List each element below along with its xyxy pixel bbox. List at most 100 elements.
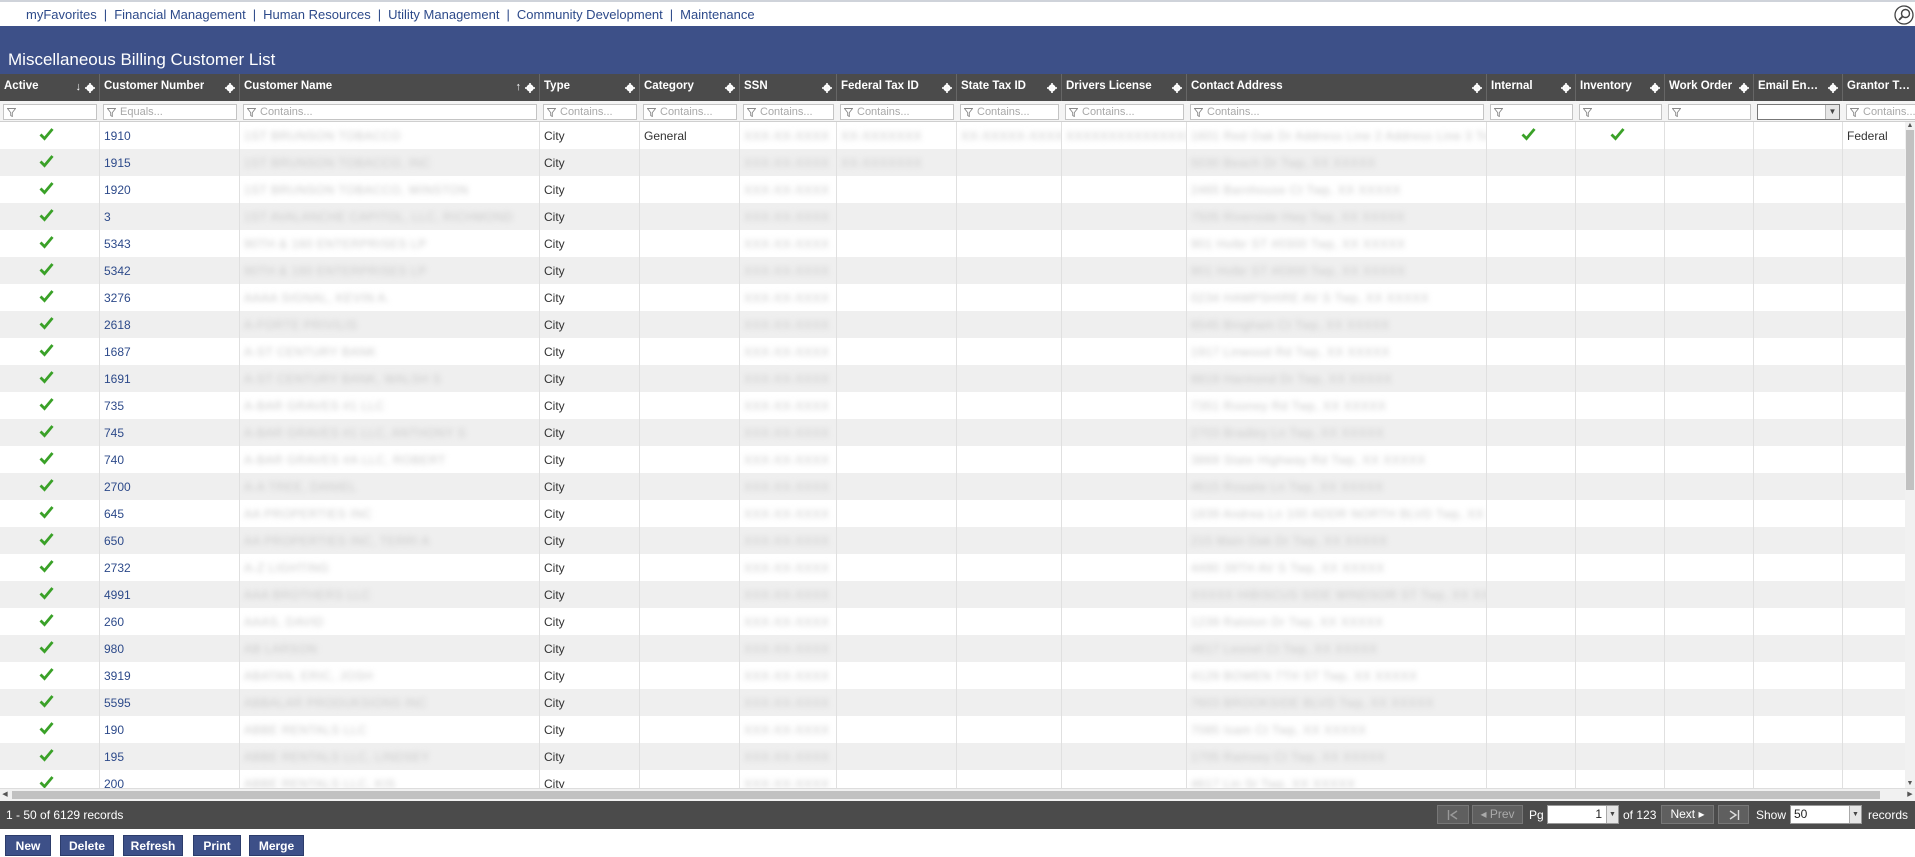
cell-customer-number[interactable]: 1691 (100, 365, 240, 392)
table-row[interactable]: 4991 AAA BROTHERS LLC City XXX-XX-XXXX XXXXX… (0, 581, 1905, 608)
nav-utility-management[interactable]: Utility Management (388, 7, 499, 22)
column-header-federal-tax-id[interactable]: Federal Tax ID (837, 74, 957, 101)
nav-financial-management[interactable]: Financial Management (114, 7, 246, 22)
cell-customer-number[interactable]: 3276 (100, 284, 240, 311)
cell-customer-number[interactable]: 260 (100, 608, 240, 635)
filter-icon[interactable] (1583, 108, 1592, 117)
table-row[interactable]: 2732 A-Z LIGHTING City XXX-XX-XXXX 4490 39TH… (0, 554, 1905, 581)
cell-customer-number[interactable]: 1920 (100, 176, 240, 203)
search-icon[interactable] (1893, 4, 1915, 26)
filter-internal[interactable] (1490, 104, 1573, 120)
column-header-active[interactable]: Active ↓ (0, 74, 100, 101)
cell-customer-number[interactable]: 4991 (100, 581, 240, 608)
table-row[interactable]: 3919 ABATAN, ERIC, JOSH City XXX-XX-XXXX 412… (0, 662, 1905, 689)
cell-customer-number[interactable]: 2732 (100, 554, 240, 581)
horizontal-scrollbar[interactable]: ◀ ▶ (0, 788, 1915, 801)
table-row[interactable]: 2700 A-A TREE, DANIEL City XXX-XX-XXXX 4615 … (0, 473, 1905, 500)
cell-customer-number[interactable]: 5343 (100, 230, 240, 257)
gear-icon[interactable] (725, 83, 735, 93)
sort-descending-icon[interactable]: ↓ (76, 81, 82, 93)
filter-customer-name[interactable]: Contains... (243, 104, 537, 120)
gear-icon[interactable] (1561, 83, 1571, 93)
cell-customer-number[interactable]: 190 (100, 716, 240, 743)
filter-work-order[interactable] (1668, 104, 1751, 120)
cell-customer-number[interactable]: 645 (100, 500, 240, 527)
column-header-drivers-license[interactable]: Drivers License (1062, 74, 1187, 101)
scroll-left-icon[interactable]: ◀ (0, 789, 10, 801)
vertical-scroll-thumb[interactable] (1906, 130, 1914, 490)
table-row[interactable]: 650 AA PROPERTIES INC, TERRI A City XXX-XX-… (0, 527, 1905, 554)
filter-icon[interactable] (1494, 108, 1503, 117)
table-row[interactable]: 980 AB LARSON City XXX-XX-XXXX 4817 Leonel C… (0, 635, 1905, 662)
filter-contact-address[interactable]: Contains... (1190, 104, 1484, 120)
gear-icon[interactable] (1472, 83, 1482, 93)
gear-icon[interactable] (822, 83, 832, 93)
nav-community-development[interactable]: Community Development (517, 7, 663, 22)
table-row[interactable]: 2618 A-FORTE PRIVILIS City XXX-XX-XXXX 6545 … (0, 311, 1905, 338)
horizontal-scroll-thumb[interactable] (12, 791, 1880, 799)
nav-human-resources[interactable]: Human Resources (263, 7, 371, 22)
table-row[interactable]: 740 A-BAR GRAVES #A LLC, ROBERT City XXX-XX… (0, 446, 1905, 473)
refresh-button[interactable]: Refresh (123, 835, 183, 856)
nav-maintenance[interactable]: Maintenance (680, 7, 754, 22)
table-row[interactable]: 5343 90TH & 160 ENTERPRISES LP City XXX-XX-… (0, 230, 1905, 257)
column-header-grantor-type[interactable]: Grantor Type (1843, 74, 1915, 101)
filter-icon[interactable] (844, 108, 853, 117)
filter-drivers-license[interactable]: Contains... (1065, 104, 1184, 120)
gear-icon[interactable] (1047, 83, 1057, 93)
gear-icon[interactable] (1650, 83, 1660, 93)
cell-customer-number[interactable]: 740 (100, 446, 240, 473)
gear-icon[interactable] (1172, 83, 1182, 93)
column-header-internal[interactable]: Internal (1487, 74, 1576, 101)
table-row[interactable]: 735 A-BAR GRAVES #1 LLC City XXX-XX-XXXX 735… (0, 392, 1905, 419)
nav-myfavorites[interactable]: myFavorites (26, 7, 97, 22)
filter-customer-number[interactable]: Equals... (103, 104, 237, 120)
filter-icon[interactable] (1069, 108, 1078, 117)
scroll-up-icon[interactable]: ▲ (1905, 122, 1915, 130)
column-header-ssn[interactable]: SSN (740, 74, 837, 101)
print-button[interactable]: Print (193, 835, 241, 856)
page-size-select[interactable]: 50 ▼ (1790, 805, 1862, 824)
cell-customer-number[interactable]: 2700 (100, 473, 240, 500)
table-row[interactable]: 1910 1ST BRUNSON TOBACCO City General XXX-XX… (0, 122, 1905, 149)
column-header-type[interactable]: Type (540, 74, 640, 101)
table-row[interactable]: 190 ABBE RENTALS LLC City XXX-XX-XXXX 7085 I… (0, 716, 1905, 743)
table-row[interactable]: 1687 A-ST CENTURY BANK City XXX-XX-XXXX 1917… (0, 338, 1905, 365)
table-row[interactable]: 260 AAAS, DAVID City XXX-XX-XXXX 1239 Ralsto… (0, 608, 1905, 635)
filter-state-tax-id[interactable]: Contains... (960, 104, 1059, 120)
cell-customer-number[interactable]: 5342 (100, 257, 240, 284)
column-header-work-order[interactable]: Work Order (1665, 74, 1754, 101)
filter-icon[interactable] (647, 108, 656, 117)
gear-icon[interactable] (85, 83, 95, 93)
new-button[interactable]: New (5, 835, 51, 856)
table-row[interactable]: 5595 ABBALAR PRODUKSIONS INC City XXX-XX-XX… (0, 689, 1905, 716)
table-row[interactable]: 200 ABBE RENTALS LLC, KIS City XXX-XX-XXXX 4… (0, 770, 1905, 788)
cell-customer-number[interactable]: 2618 (100, 311, 240, 338)
chevron-down-icon[interactable]: ▼ (1849, 806, 1861, 823)
last-page-button[interactable] (1718, 805, 1749, 824)
filter-federal-tax-id[interactable]: Contains... (840, 104, 954, 120)
filter-icon[interactable] (247, 108, 256, 117)
cell-customer-number[interactable]: 1915 (100, 149, 240, 176)
gear-icon[interactable] (525, 83, 535, 93)
cell-customer-number[interactable]: 1910 (100, 122, 240, 149)
table-row[interactable]: 645 AA PROPERTIES INC City XXX-XX-XXXX 1839 … (0, 500, 1905, 527)
filter-inventory[interactable] (1579, 104, 1662, 120)
gear-icon[interactable] (225, 83, 235, 93)
table-row[interactable]: 1920 1ST BRUNSON TOBACCO, WINSTON City XXX-… (0, 176, 1905, 203)
next-page-button[interactable]: Next ▸ (1661, 805, 1714, 824)
cell-customer-number[interactable]: 3919 (100, 662, 240, 689)
cell-customer-number[interactable]: 5595 (100, 689, 240, 716)
cell-customer-number[interactable]: 195 (100, 743, 240, 770)
vertical-scrollbar[interactable]: ▲ ▼ (1905, 122, 1915, 788)
chevron-down-icon[interactable]: ▼ (1825, 105, 1839, 119)
filter-icon[interactable] (747, 108, 756, 117)
filter-icon[interactable] (547, 108, 556, 117)
filter-category[interactable]: Contains... (643, 104, 737, 120)
filter-icon[interactable] (1672, 108, 1681, 117)
prev-page-button[interactable]: ◂ Prev (1472, 805, 1523, 824)
table-row[interactable]: 3276 AAAA SIGNAL, KEVIN A. City XXX-XX-XXXX… (0, 284, 1905, 311)
first-page-button[interactable] (1437, 805, 1469, 824)
filter-icon[interactable] (107, 108, 116, 117)
scroll-right-icon[interactable]: ▶ (1905, 789, 1915, 801)
